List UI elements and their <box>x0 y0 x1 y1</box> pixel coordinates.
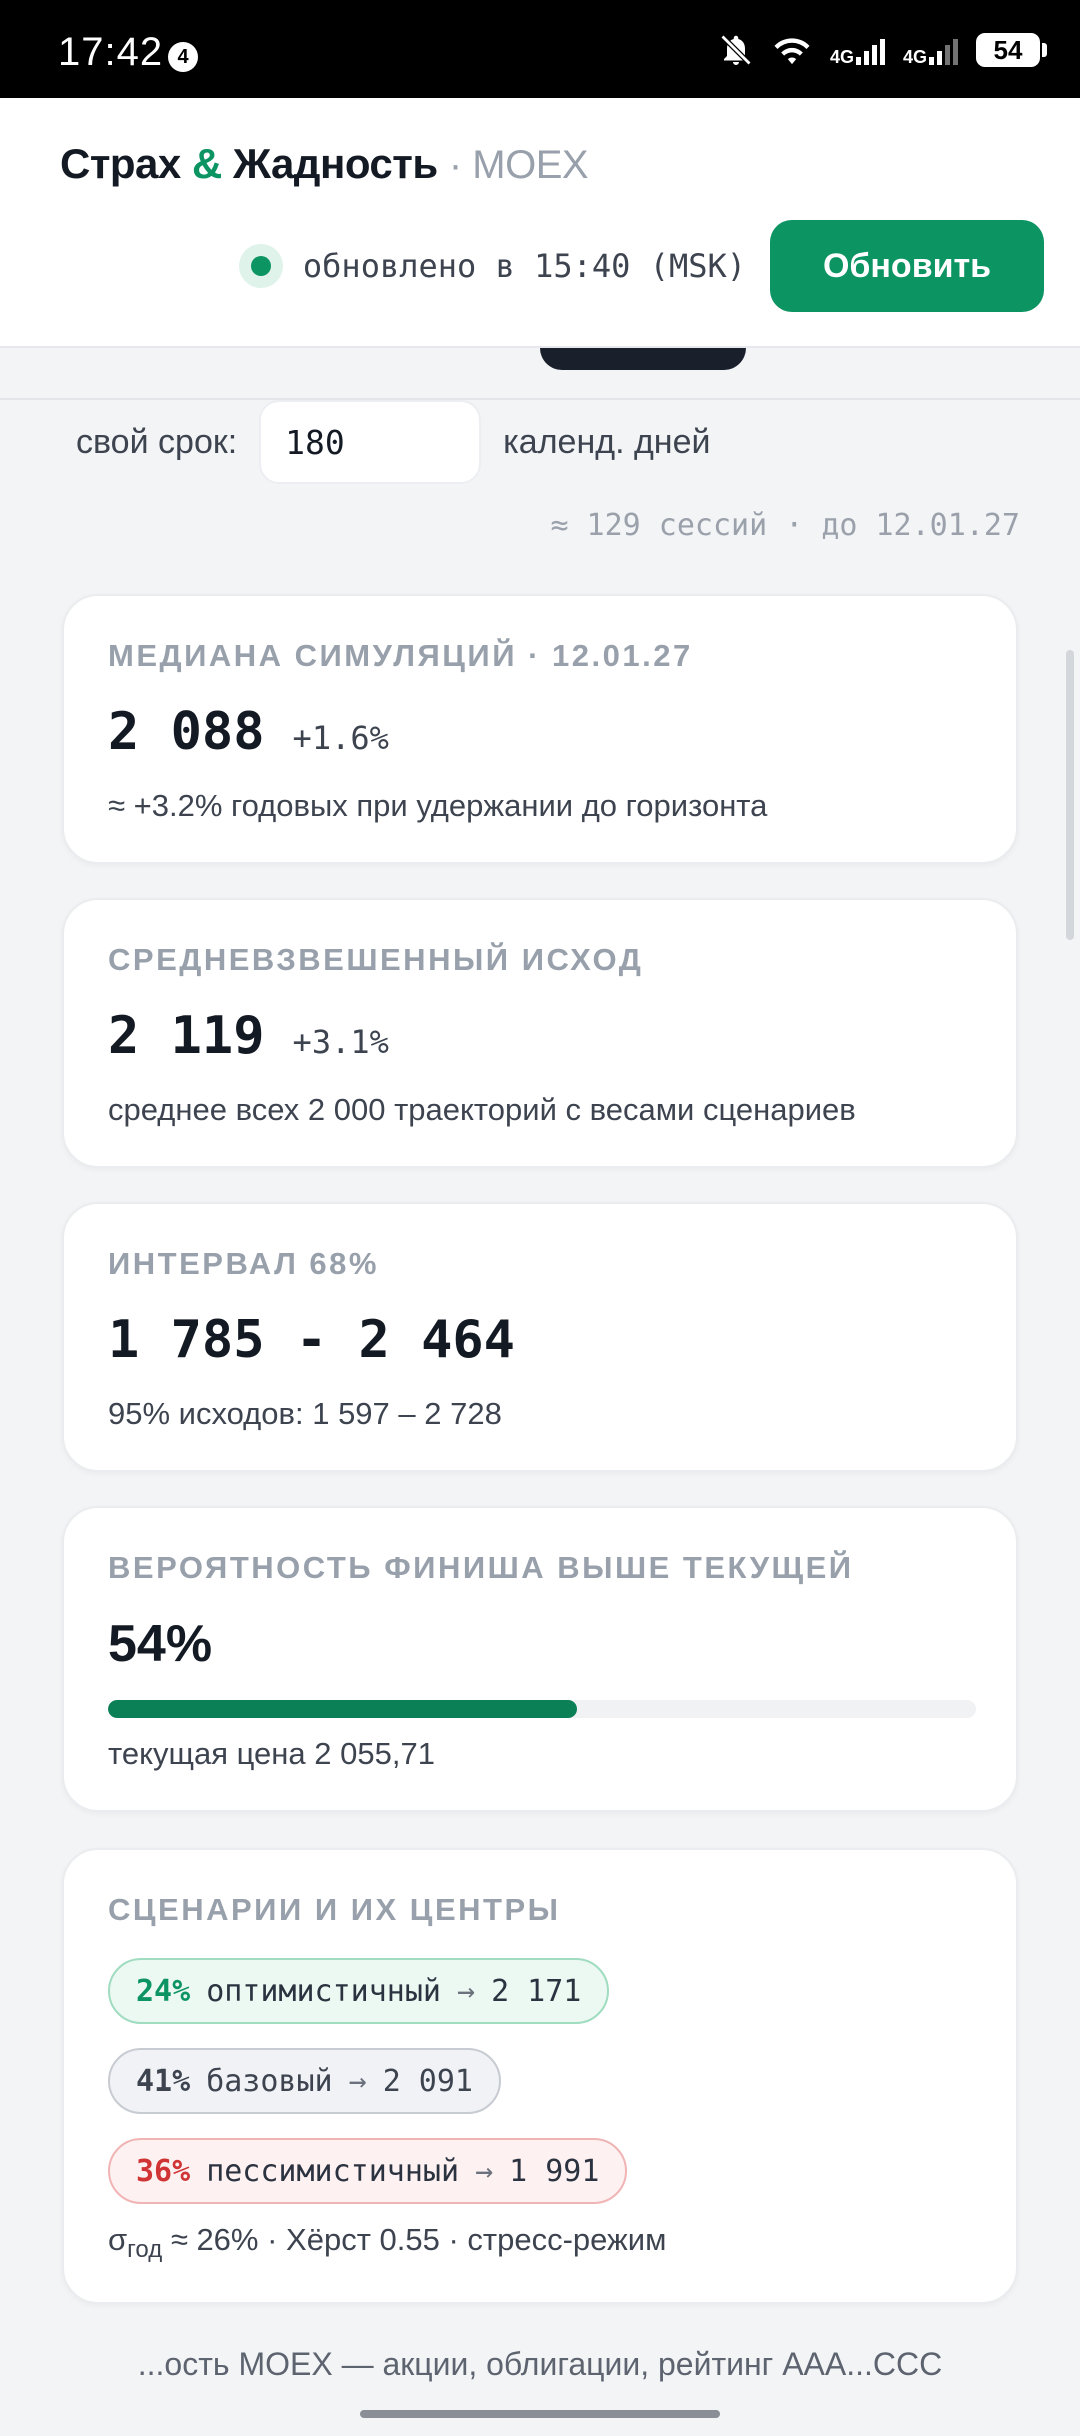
scenario-chip-base[interactable]: 41% базовый → 2 091 <box>108 2048 501 2114</box>
probability-card: ВЕРОЯТНОСТЬ ФИНИША ВЫШЕ ТЕКУЩЕЙ 54% теку… <box>62 1506 1018 1812</box>
interval-note: 95% исходов: 1 597 – 2 728 <box>108 1396 502 1431</box>
interval-value: 1 785 - 2 464 <box>108 1310 515 1370</box>
brand-title: Страх & Жадность · MOEX <box>60 140 589 188</box>
volatility-note: σгод ≈ 26% · Хёрст 0.55 · стресс-режим <box>108 2222 666 2264</box>
median-note: ≈ +3.2% годовых при удержании до горизон… <box>108 788 768 823</box>
brand-part2: Жадность <box>232 140 438 187</box>
status-time: 17:42 <box>58 30 164 74</box>
weighted-value-row: 2 119 +3.1% <box>108 1006 389 1066</box>
bell-off-icon <box>720 34 752 66</box>
network-type-label: 4G <box>829 47 854 67</box>
arrow-right-icon: → <box>475 2153 494 2189</box>
probability-progress-bar <box>108 1700 976 1718</box>
interval-card: ИНТЕРВАЛ 68% 1 785 - 2 464 95% исходов: … <box>62 1202 1018 1472</box>
scenario-pct: 24% <box>136 1973 191 2009</box>
term-unit-label: календ. дней <box>503 422 711 461</box>
median-card: МЕДИАНА СИМУЛЯЦИЙ · 12.01.27 2 088 +1.6%… <box>62 594 1018 864</box>
brand-part1: Страх <box>60 140 181 187</box>
weighted-note: среднее всех 2 000 траекторий с весами с… <box>108 1092 856 1127</box>
median-value-row: 2 088 +1.6% <box>108 702 389 762</box>
probability-value-row: 54% <box>108 1614 212 1674</box>
scenario-chip-optimistic[interactable]: 24% оптимистичный → 2 171 <box>108 1958 610 2024</box>
current-price-note: текущая цена 2 055,71 <box>108 1736 435 1771</box>
median-value: 2 088 <box>108 702 265 762</box>
partially-hidden-button[interactable] <box>540 348 746 370</box>
probability-progress-fill <box>108 1700 577 1718</box>
live-status-dot-icon <box>238 244 283 288</box>
app-header: Страх & Жадность · MOEX обновлено в 15:4… <box>0 98 1080 348</box>
card-title: МЕДИАНА СИМУЛЯЦИЙ · 12.01.27 <box>108 638 693 673</box>
custom-term-row: свой срок: 180 календ. дней <box>76 400 710 484</box>
card-title: СРЕДНЕВЗВЕШЕННЫЙ ИСХОД <box>108 942 644 977</box>
status-icons: 4G 4G 54 <box>718 30 1047 70</box>
sigma-text: ≈ 26% · Хёрст 0.55 · стресс-режим <box>162 2222 667 2257</box>
weighted-value: 2 119 <box>108 1006 265 1066</box>
median-delta: +1.6% <box>292 719 389 757</box>
status-bar: 17:42 4 4G 4G 54 <box>0 0 1080 98</box>
card-title: ИНТЕРВАЛ 68% <box>108 1246 379 1281</box>
term-days-input[interactable]: 180 <box>259 400 482 484</box>
update-status-row: обновлено в 15:40 (MSK) Обновить <box>238 220 1044 312</box>
brand-ampersand: & <box>191 140 222 187</box>
arrow-right-icon: → <box>348 2063 367 2099</box>
updated-time-text: обновлено в 15:40 (MSK) <box>302 247 746 285</box>
sigma-subscript: год <box>127 2236 163 2264</box>
scenario-chip-pessimistic[interactable]: 36% пессимистичный → 1 991 <box>108 2138 628 2204</box>
footer-text: ...ость MOEX — акции, облигации, рейтинг… <box>137 2346 943 2382</box>
card-title: СЦЕНАРИИ И ИХ ЦЕНТРЫ <box>108 1892 561 1927</box>
signal-icon: 4G <box>829 35 885 67</box>
card-title: ВЕРОЯТНОСТЬ ФИНИША ВЫШЕ ТЕКУЩЕЙ <box>108 1550 854 1585</box>
sessions-note: ≈ 129 сессий · до 12.01.27 <box>550 508 1020 543</box>
scenario-pct: 41% <box>136 2063 191 2099</box>
scrollbar[interactable] <box>1066 650 1074 940</box>
arrow-right-icon: → <box>457 1973 476 2009</box>
weighted-delta: +3.1% <box>292 1023 389 1061</box>
scenario-center: 1 991 <box>509 2153 600 2189</box>
scenario-center: 2 171 <box>491 1973 582 2009</box>
battery-icon: 54 <box>976 33 1047 67</box>
scenario-center: 2 091 <box>382 2063 473 2099</box>
notification-badge: 4 <box>168 42 198 72</box>
scenario-name: оптимистичный <box>206 1973 441 2009</box>
scenarios-card: СЦЕНАРИИ И ИХ ЦЕНТРЫ 24% оптимистичный →… <box>62 1848 1018 2304</box>
refresh-button[interactable]: Обновить <box>770 220 1044 312</box>
signal-icon: 4G <box>902 35 958 67</box>
probability-value: 54% <box>108 1615 213 1673</box>
scenario-name: пессимистичный <box>206 2153 460 2189</box>
interval-value-row: 1 785 - 2 464 <box>108 1310 515 1370</box>
sigma-symbol: σ <box>108 2222 128 2257</box>
scenario-pct: 36% <box>136 2153 191 2189</box>
brand-subtitle: · MOEX <box>448 143 589 187</box>
scenario-name: базовый <box>206 2063 333 2099</box>
wifi-icon <box>774 38 810 65</box>
weighted-outcome-card: СРЕДНЕВЗВЕШЕННЫЙ ИСХОД 2 119 +3.1% средн… <box>62 898 1018 1168</box>
network-type-label: 4G <box>902 47 927 67</box>
home-indicator[interactable] <box>360 2410 720 2418</box>
term-label: свой срок: <box>76 422 238 461</box>
